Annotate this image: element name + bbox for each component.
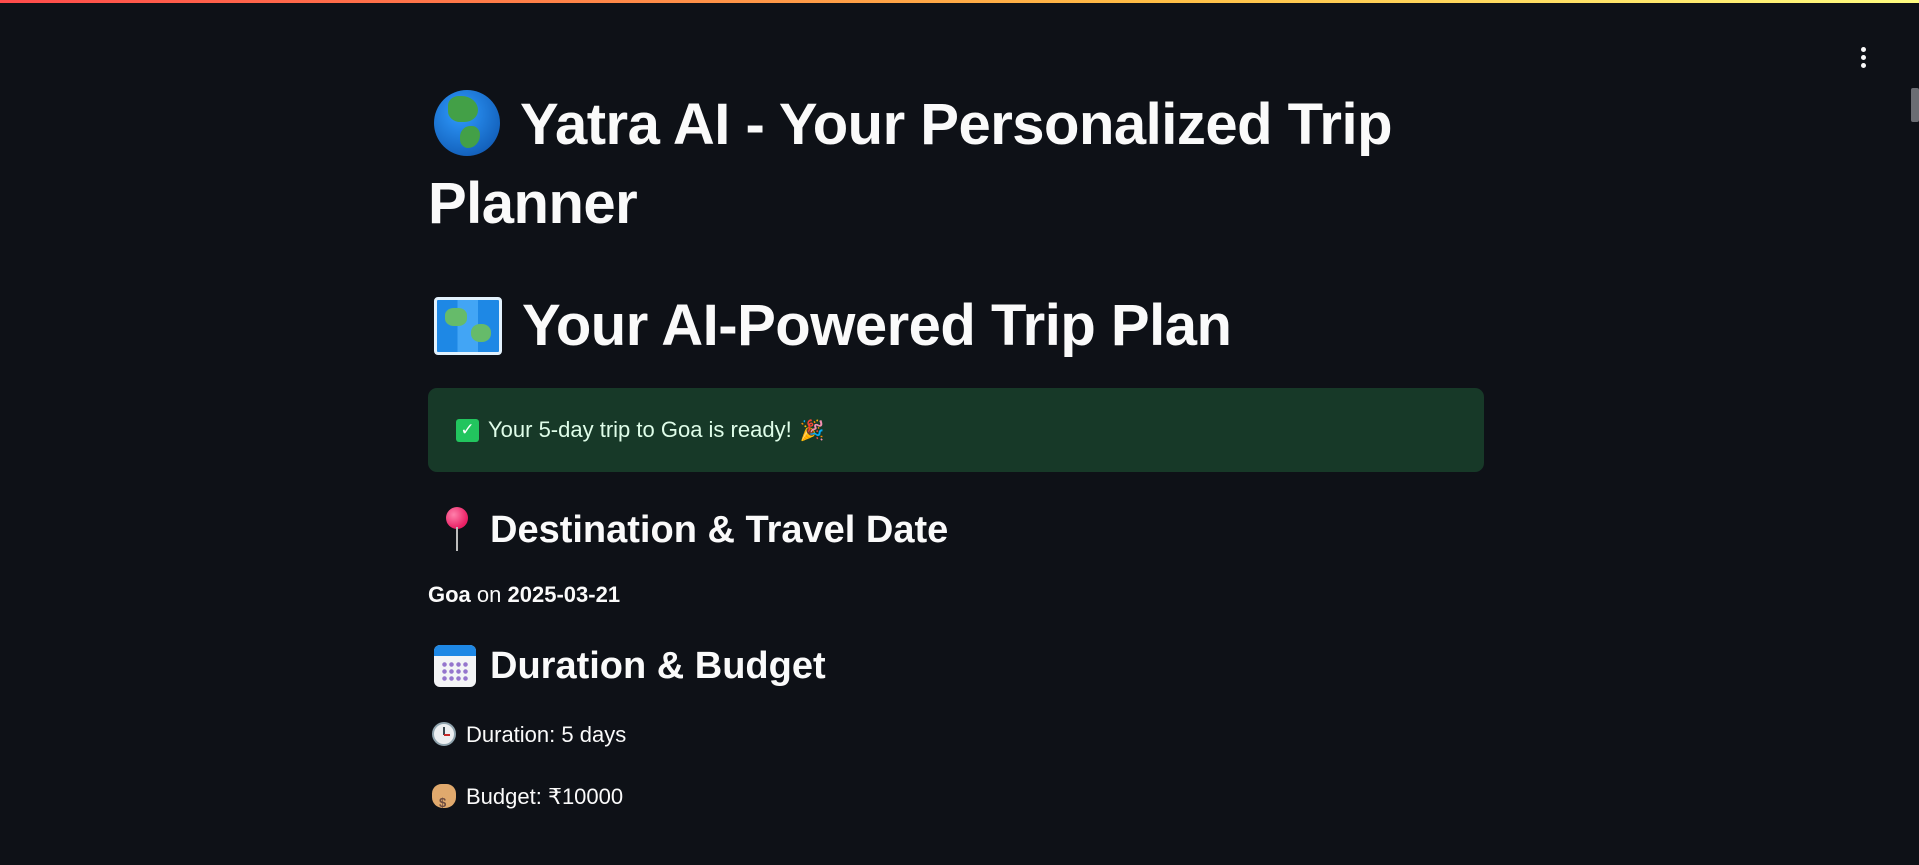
menu-dot-icon bbox=[1860, 54, 1866, 60]
travel-date: 2025-03-21 bbox=[507, 582, 621, 607]
scrollbar-thumb[interactable] bbox=[1911, 88, 1919, 122]
clock-icon bbox=[432, 722, 456, 747]
plan-heading-text: Your AI-Powered Trip Plan bbox=[522, 293, 1232, 358]
budget-text: Budget: ₹10000 bbox=[428, 782, 1484, 818]
calendar-icon bbox=[434, 645, 476, 687]
app-title: Yatra AI - Your Personalized Trip Planne… bbox=[428, 85, 1484, 243]
destination-heading-text: Destination & Travel Date bbox=[490, 509, 949, 551]
menu-dot-icon bbox=[1860, 46, 1866, 52]
destination-connector: on bbox=[476, 582, 502, 607]
success-alert: ✓ Your 5-day trip to Goa is ready! 🎉 bbox=[428, 388, 1484, 472]
world-map-icon bbox=[434, 296, 502, 355]
duration-text: Duration: 5 days bbox=[428, 720, 1484, 750]
destination-heading: Destination & Travel Date bbox=[428, 502, 1484, 558]
check-icon: ✓ bbox=[456, 418, 479, 442]
pushpin-icon bbox=[440, 507, 474, 553]
app-title-text: Yatra AI - Your Personalized Trip Planne… bbox=[428, 92, 1393, 236]
party-popper-icon: 🎉 bbox=[799, 419, 825, 442]
plan-heading: Your AI-Powered Trip Plan bbox=[428, 286, 1484, 366]
menu-dot-icon bbox=[1860, 62, 1866, 68]
main-menu-button[interactable] bbox=[1851, 42, 1875, 72]
destination-place: Goa bbox=[428, 582, 471, 607]
duration-value: Duration: 5 days bbox=[466, 722, 627, 747]
success-message: Your 5-day trip to Goa is ready! bbox=[488, 417, 792, 442]
main-content: Yatra AI - Your Personalized Trip Planne… bbox=[428, 85, 1484, 818]
duration-budget-heading-text: Duration & Budget bbox=[490, 645, 826, 687]
destination-detail: Goa on 2025-03-21 bbox=[428, 580, 1484, 610]
money-bag-icon bbox=[432, 784, 456, 818]
top-decoration-bar bbox=[0, 0, 1919, 3]
duration-budget-heading: Duration & Budget bbox=[428, 638, 1484, 694]
budget-value: Budget: ₹10000 bbox=[466, 784, 624, 809]
globe-icon bbox=[434, 89, 500, 156]
